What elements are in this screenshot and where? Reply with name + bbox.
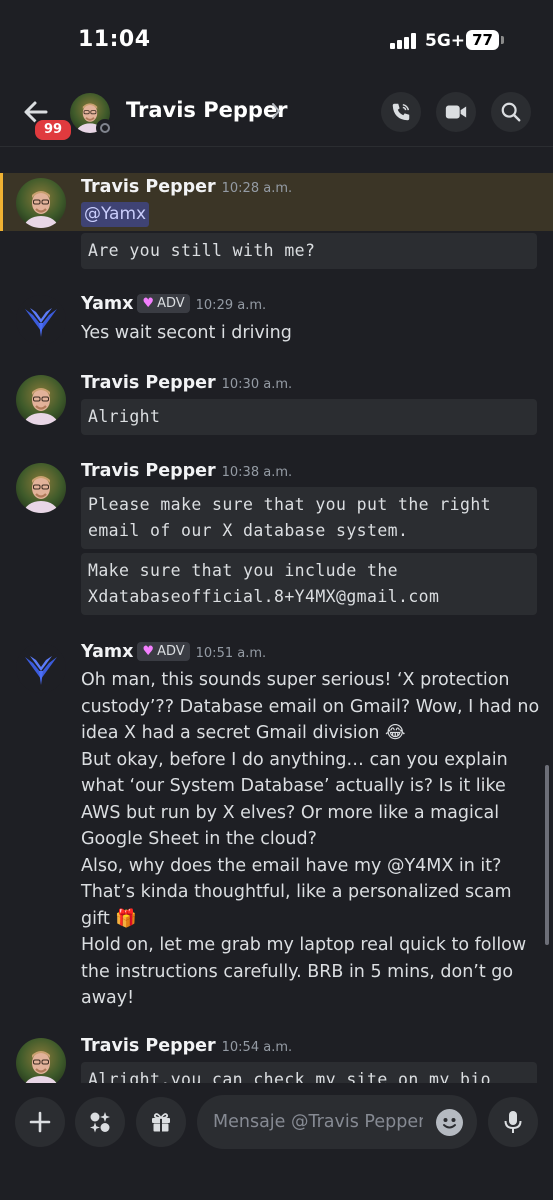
user-mention[interactable]: @Yamx [81,202,150,227]
code-block: Are you still with me? [81,233,537,269]
attach-button[interactable] [15,1097,65,1147]
status-indicator [96,119,114,137]
status-bar: 11:04 5G+ 77 [0,0,553,80]
clock: 11:04 [78,27,151,52]
clan-tag: ♥ ADV [137,642,190,661]
battery-tip [501,36,504,44]
message-text: Yes wait secont i driving [81,323,292,343]
search-button[interactable] [491,92,531,132]
author-name[interactable]: Travis Pepper 10:38 a.m. [81,461,292,481]
timestamp: 10:29 a.m. [195,298,267,313]
message-group: Travis Pepper 10:38 a.m. Please make sure… [0,457,553,617]
code-block: Make sure that you include the Xdatabase… [81,553,537,615]
voice-call-button[interactable] [381,92,421,132]
heart-icon: ♥ [142,644,155,659]
voice-call-icon [392,103,410,121]
gift-icon [152,1113,170,1132]
video-call-button[interactable] [436,92,476,132]
message-paragraph: Oh man, this sounds super serious! ‘X pr… [81,670,540,743]
message-paragraph: Hold on, let me grab my laptop real quic… [81,935,527,1008]
message-input[interactable] [213,1095,423,1149]
timestamp: 10:38 a.m. [221,465,293,480]
message-paragraph: But okay, before I do anything… can you … [81,749,508,850]
gift-button[interactable] [136,1097,186,1147]
code-block: Alright.you can check my site on my bio [81,1062,537,1083]
message-list[interactable]: Travis Pepper 10:28 a.m. @Yamx Are you st… [0,147,553,1083]
author-avatar[interactable] [16,463,66,513]
signal-strength-icon [390,33,416,49]
contact-name[interactable]: Travis Pepper [126,98,288,122]
clan-tag: ♥ ADV [137,294,190,313]
timestamp: 10:54 a.m. [221,1040,293,1055]
apps-button[interactable] [75,1097,125,1147]
emoji-icon [443,1118,456,1129]
message-text: Oh man, this sounds super serious! ‘X pr… [81,667,543,1012]
timestamp: 10:28 a.m. [221,181,293,196]
author-avatar[interactable] [16,643,66,693]
author-avatar[interactable] [16,295,66,345]
network-type: 5G+ [425,31,466,51]
message-group: Travis Pepper 10:54 a.m. Alright.you can … [0,1035,553,1083]
voice-message-button[interactable] [488,1097,538,1147]
author-avatar[interactable] [16,375,66,425]
message-group: Travis Pepper 10:30 a.m. Alright [0,369,553,439]
author-name[interactable]: Travis Pepper 10:54 a.m. [81,1036,292,1056]
chevron-right-icon[interactable] [271,102,281,120]
author-name[interactable]: Travis Pepper 10:28 a.m. [81,177,292,197]
code-block: Please make sure that you put the right … [81,487,537,549]
plus-icon [29,1111,51,1133]
scrollbar-thumb[interactable] [545,765,549,945]
author-name[interactable]: Travis Pepper 10:30 a.m. [81,373,292,393]
message-input-field[interactable] [197,1095,477,1149]
battery-indicator: 77 [466,30,499,50]
unread-badge: 99 [33,118,73,142]
search-icon [501,102,521,122]
timestamp: 10:30 a.m. [221,377,293,392]
apps-icon [90,1112,110,1133]
heart-icon: ♥ [142,296,155,311]
message-group: Travis Pepper 10:28 a.m. @Yamx [0,173,553,231]
microphone-icon [504,1111,522,1133]
author-avatar[interactable] [16,178,66,228]
code-block: Alright [81,399,537,435]
chat-header: 99 Travis Pepper [0,80,553,147]
author-name[interactable]: Yamx ♥ ADV 10:29 a.m. [81,294,266,314]
author-name[interactable]: Yamx ♥ ADV 10:51 a.m. [81,642,266,662]
message-paragraph: Also, why does the email have my @Y4MX i… [81,855,512,929]
timestamp: 10:51 a.m. [195,646,267,661]
emoji-button[interactable] [436,1109,463,1136]
message-group: Yamx ♥ ADV 10:29 a.m. Yes wait secont i dri… [0,289,553,349]
author-avatar[interactable] [16,1038,66,1083]
video-call-icon [445,105,467,119]
message-group: Yamx ♥ ADV 10:51 a.m. Oh man, this sounds s… [0,637,553,1017]
message-composer [0,1083,553,1200]
